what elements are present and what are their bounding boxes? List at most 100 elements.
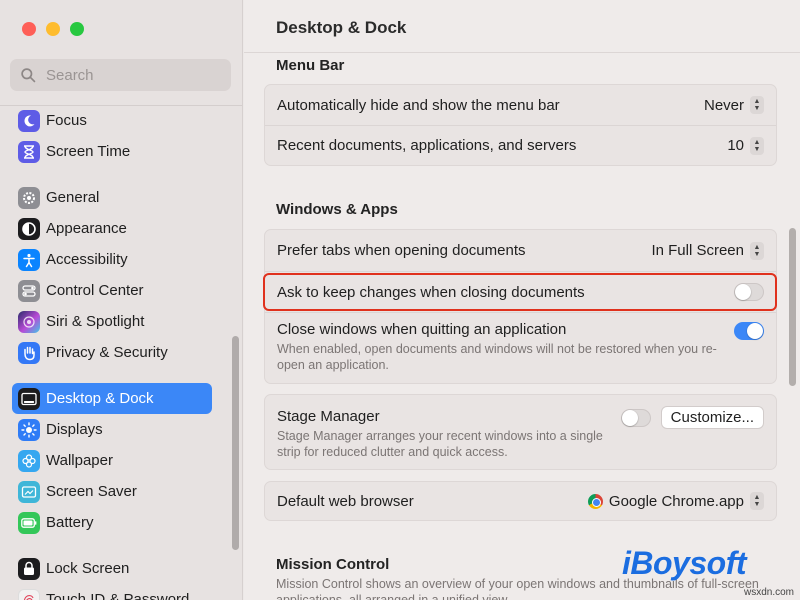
- sidebar-item-label: Wallpaper: [46, 452, 113, 469]
- close-windows-toggle[interactable]: [734, 322, 764, 340]
- moon-icon: [18, 109, 40, 132]
- accessibility-icon: [18, 248, 40, 271]
- sidebar-item-label: Privacy & Security: [46, 344, 168, 361]
- sidebar-item-label: Touch ID & Password: [46, 591, 190, 600]
- setting-row-recent-items: Recent documents, applications, and serv…: [265, 125, 776, 165]
- prefer-tabs-label: Prefer tabs when opening documents: [277, 242, 526, 259]
- zoom-window-button[interactable]: [70, 22, 84, 36]
- sidebar-item-label: General: [46, 189, 100, 206]
- updown-chevron-icon: ▲ ▼: [750, 492, 764, 510]
- screen-saver-icon: [18, 480, 40, 503]
- sidebar-item-accessibility[interactable]: Accessibility: [12, 244, 212, 275]
- updown-chevron-icon: ▲ ▼: [750, 241, 764, 260]
- window-controls: [22, 22, 84, 36]
- setting-row-close-windows: Close windows when quitting an applicati…: [265, 312, 776, 383]
- updown-chevron-icon: ▲ ▼: [750, 136, 764, 155]
- control-center-icon: [18, 279, 40, 302]
- default-browser-select[interactable]: Google Chrome.app ▲ ▼: [587, 492, 764, 510]
- customize-button[interactable]: Customize...: [660, 406, 764, 429]
- gear-icon: [18, 186, 40, 209]
- autohide-menu-bar-value: Never: [703, 96, 744, 114]
- hourglass-icon: [18, 140, 40, 163]
- page-title: Desktop & Dock: [276, 18, 407, 37]
- battery-icon: [18, 511, 40, 534]
- sidebar-item-label: Accessibility: [46, 251, 128, 268]
- search-placeholder: Search: [46, 66, 94, 84]
- prefer-tabs-select[interactable]: In Full Screen ▲ ▼: [651, 241, 764, 260]
- chrome-icon: [587, 493, 603, 509]
- toggle-knob: [735, 284, 751, 300]
- hand-icon: [18, 341, 40, 364]
- sidebar-item-displays[interactable]: Displays: [12, 414, 212, 445]
- iboysoft-watermark: iBoysoft: [622, 545, 747, 581]
- close-windows-label: Close windows when quitting an applicati…: [277, 321, 567, 338]
- sidebar-item-privacy-security[interactable]: Privacy & Security: [12, 337, 212, 368]
- flower-icon: [18, 449, 40, 472]
- search-icon: [21, 67, 36, 82]
- sidebar-item-focus[interactable]: Focus: [12, 105, 212, 136]
- sidebar-item-appearance[interactable]: Appearance: [12, 213, 212, 244]
- stage-manager-description: Stage Manager arranges your recent windo…: [277, 429, 603, 459]
- recent-items-value: 10: [727, 137, 744, 154]
- lock-icon: [18, 557, 40, 580]
- minimize-window-button[interactable]: [46, 22, 60, 36]
- sidebar: Search Focus Screen Time General Appeara…: [0, 0, 243, 600]
- setting-row-prefer-tabs: Prefer tabs when opening documents In Fu…: [265, 230, 776, 271]
- main-scrollbar[interactable]: [789, 228, 796, 386]
- sidebar-scrollbar[interactable]: [232, 336, 239, 550]
- sidebar-item-label: Displays: [46, 421, 103, 438]
- sidebar-list: Focus Screen Time General Appearance Acc…: [0, 105, 242, 600]
- sidebar-item-general[interactable]: General: [12, 182, 212, 213]
- ask-keep-changes-toggle[interactable]: [734, 283, 764, 301]
- sidebar-item-label: Focus: [46, 112, 87, 129]
- setting-row-ask-keep-changes: Ask to keep changes when closing documen…: [265, 271, 776, 312]
- toggle-knob: [621, 409, 638, 426]
- recent-items-label: Recent documents, applications, and serv…: [277, 137, 577, 154]
- section-title-windows-apps: Windows & Apps: [276, 201, 398, 218]
- sidebar-item-touch-id[interactable]: Touch ID & Password: [12, 584, 212, 600]
- default-browser-label: Default web browser: [277, 492, 414, 510]
- setting-row-stage-manager: Stage Manager Stage Manager arranges you…: [265, 395, 776, 469]
- setting-row-default-browser: Default web browser Google Chrome.app ▲ ▼: [265, 482, 776, 520]
- default-browser-card: Default web browser Google Chrome.app ▲ ▼: [264, 481, 777, 521]
- sidebar-item-label: Battery: [46, 514, 94, 531]
- appearance-icon: [18, 217, 40, 240]
- ask-keep-changes-label: Ask to keep changes when closing documen…: [277, 283, 585, 301]
- sidebar-item-label: Desktop & Dock: [46, 390, 154, 407]
- default-browser-value: Google Chrome.app: [608, 492, 744, 510]
- stage-manager-toggle[interactable]: [620, 408, 651, 427]
- fingerprint-icon: [18, 588, 40, 600]
- sidebar-item-label: Control Center: [46, 282, 144, 299]
- close-window-button[interactable]: [22, 22, 36, 36]
- dock-icon: [18, 387, 40, 410]
- autohide-menu-bar-select[interactable]: Never ▲ ▼: [704, 96, 764, 114]
- title-divider: [244, 52, 800, 53]
- sidebar-item-wallpaper[interactable]: Wallpaper: [12, 445, 212, 476]
- menu-bar-card: Automatically hide and show the menu bar…: [264, 84, 777, 166]
- updown-chevron-icon: ▲ ▼: [750, 96, 764, 114]
- sidebar-item-label: Lock Screen: [46, 560, 130, 577]
- sidebar-item-control-center[interactable]: Control Center: [12, 275, 212, 306]
- setting-row-autohide-menu-bar: Automatically hide and show the menu bar…: [265, 85, 776, 125]
- sidebar-item-desktop-dock[interactable]: Desktop & Dock: [12, 383, 212, 414]
- search-field[interactable]: Search: [10, 59, 231, 91]
- sidebar-item-lock-screen[interactable]: Lock Screen: [12, 553, 212, 584]
- sidebar-item-screen-time[interactable]: Screen Time: [12, 136, 212, 167]
- sidebar-item-battery[interactable]: Battery: [12, 507, 212, 538]
- windows-apps-card: Prefer tabs when opening documents In Fu…: [264, 229, 777, 384]
- section-title-mission-control: Mission Control: [276, 556, 390, 573]
- sidebar-item-label: Siri & Spotlight: [46, 313, 145, 330]
- main-pane: Desktop & Dock Menu Bar Automatically hi…: [244, 0, 800, 600]
- section-title-menu-bar: Menu Bar: [276, 57, 345, 74]
- autohide-menu-bar-label: Automatically hide and show the menu bar: [277, 96, 560, 114]
- recent-items-select[interactable]: 10 ▲ ▼: [727, 136, 764, 155]
- site-watermark: wsxdn.com: [743, 587, 794, 598]
- sidebar-item-label: Appearance: [46, 220, 127, 237]
- stage-manager-card: Stage Manager Stage Manager arranges you…: [264, 394, 777, 470]
- sun-icon: [18, 418, 40, 441]
- sidebar-item-siri-spotlight[interactable]: Siri & Spotlight: [12, 306, 212, 337]
- close-windows-description: When enabled, open documents and windows…: [277, 342, 717, 372]
- sidebar-item-screen-saver[interactable]: Screen Saver: [12, 476, 212, 507]
- stage-manager-label: Stage Manager: [277, 408, 380, 425]
- sidebar-item-label: Screen Saver: [46, 483, 137, 500]
